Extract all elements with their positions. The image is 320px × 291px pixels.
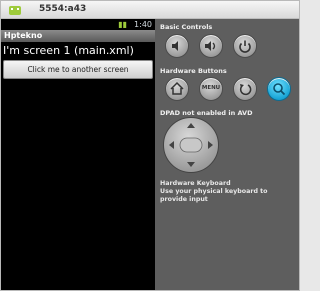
- android-icon: [9, 6, 21, 15]
- signal-icon: ▮▮: [118, 20, 127, 29]
- volume-down-icon: [172, 41, 178, 51]
- status-bar: ▮▮ 1:40: [1, 19, 155, 30]
- home-button[interactable]: [165, 77, 189, 101]
- dpad[interactable]: [163, 117, 219, 173]
- power-icon: [239, 40, 251, 53]
- status-time: 1:40: [134, 20, 152, 29]
- menu-label: MENU: [201, 85, 221, 91]
- app-title: Hptekno: [4, 31, 43, 40]
- next-screen-button[interactable]: Click me to another screen: [3, 60, 153, 79]
- search-button[interactable]: [267, 77, 291, 101]
- app-titlebar: Hptekno: [1, 30, 155, 42]
- emulator-window: 5554:a43 ▮▮ 1:40 Hptekno I'm screen 1 (m…: [0, 0, 300, 291]
- search-icon: [273, 83, 286, 96]
- device-screen[interactable]: ▮▮ 1:40 Hptekno I'm screen 1 (main.xml) …: [1, 19, 155, 290]
- home-icon: [170, 81, 184, 95]
- power-button[interactable]: [233, 34, 257, 58]
- volume-up-button[interactable]: [199, 34, 223, 58]
- volume-down-button[interactable]: [165, 34, 189, 58]
- emulator-frame: ▮▮ 1:40 Hptekno I'm screen 1 (main.xml) …: [1, 19, 299, 290]
- hardware-buttons-label: Hardware Buttons: [160, 67, 227, 75]
- screen-text: I'm screen 1 (main.xml): [3, 44, 134, 57]
- keyboard-title: Hardware Keyboard: [160, 180, 231, 187]
- window-titlebar[interactable]: 5554:a43: [1, 1, 299, 19]
- dpad-arrows-icon: [169, 123, 213, 167]
- dpad-label: DPAD not enabled in AVD: [160, 109, 253, 117]
- back-button[interactable]: [233, 77, 257, 101]
- keyboard-description: Use your physical keyboard to provide in…: [160, 188, 268, 203]
- control-panel: Basic Controls Hardware Buttons MENU DPA…: [155, 19, 299, 290]
- basic-controls-label: Basic Controls: [160, 23, 213, 31]
- menu-button[interactable]: MENU: [199, 77, 223, 101]
- window-title: 5554:a43: [39, 4, 87, 14]
- back-icon: [239, 84, 252, 96]
- volume-up-icon: [205, 41, 216, 51]
- hardware-keyboard-info: Hardware Keyboard Use your physical keyb…: [160, 180, 296, 204]
